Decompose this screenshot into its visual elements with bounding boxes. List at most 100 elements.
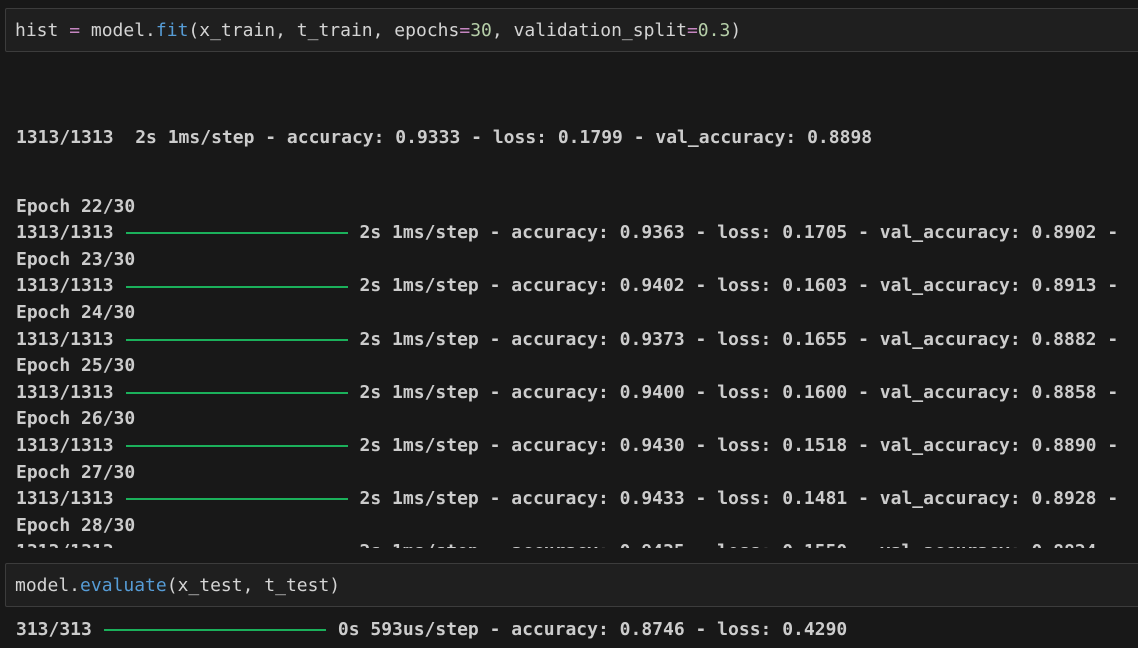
epoch-loss: 0.1481 [782,488,848,510]
epoch-steps: 1313/1313 [16,275,114,297]
code-cell-evaluate[interactable]: model. evaluate (x_test, t_test) [5,563,1138,607]
epoch-header: Epoch 24/30 [16,301,136,323]
evaluate-output: 313/313 0s 593us/step - accuracy: 0.8746… [16,617,847,644]
loss-label: - loss: [684,275,783,297]
loss-label: - loss: [684,381,783,403]
val-accuracy-label: - val_accuracy: [847,381,1032,403]
epoch-progress-bar [125,392,348,395]
epoch-header: Epoch 25/30 [16,355,136,377]
epoch-accuracy: 0.9402 [619,275,685,297]
loss-label: - loss: [685,539,783,548]
epoch-accuracy: 0.9363 [619,222,685,244]
epoch-header: Epoch 26/30 [16,408,136,430]
eval-accuracy-label: - accuracy: [478,619,620,640]
accuracy-label: - accuracy: [478,488,620,510]
epoch-time: 2s 1ms/step [359,222,479,244]
epoch-progress-bar [125,338,348,341]
trailing-dash: - [1096,434,1119,456]
epoch-steps: 1313/1313 [16,488,114,510]
epoch-loss: 0.1655 [782,328,848,350]
epoch-header: Epoch 22/30 [16,195,136,217]
epoch-time: 2s 1ms/step [359,434,479,456]
epoch-val-accuracy: 0.8928 [1031,488,1097,510]
accuracy-label: - accuracy: [479,539,620,548]
trailing-dash: - [1096,488,1119,510]
epoch-progress-line: 1313/1313 2s 1ms/step - accuracy: 0.9402 … [16,273,1138,300]
code-cell-fit[interactable]: hist = model. fit (x_train, t_train, epoch… [5,8,1138,52]
epoch-progress-line: 1313/1313 2s 1ms/step - accuracy: 0.9363 … [16,220,1138,247]
epoch-progress-bar [125,232,348,235]
partial-progress-line: 1313/1313 2s 1ms/step - accuracy: 0.9333… [16,125,1138,152]
val-accuracy-label: - val_accuracy: [847,539,1031,548]
accuracy-label: - accuracy: [478,328,620,350]
epoch-val-accuracy: 0.8882 [1031,328,1097,350]
epoch-loss: 0.1603 [782,275,848,297]
epoch-steps: 1313/1313 [16,434,114,456]
code-token: , validation_split [491,19,687,41]
trailing-dash: - [1096,222,1119,244]
val-accuracy-label: - val_accuracy: [847,434,1032,456]
epoch-progress-line: 1313/1313 2s 1ms/step - accuracy: 0.9373 … [16,327,1138,354]
epoch-progress-bar [125,285,348,288]
epoch-time: 2s 1ms/step [359,328,479,350]
training-output: 1313/1313 2s 1ms/step - accuracy: 0.9333… [16,58,1138,548]
epoch-header: Epoch 28/30 [16,514,136,536]
eval-time: 0s 593us/step [337,619,479,640]
epoch-loss: 0.1705 [782,222,848,244]
epoch-val-accuracy: 0.8824 [1032,539,1097,548]
epoch-val-accuracy: 0.8913 [1031,275,1097,297]
code-token: (x_train, t_train, epochs [188,19,460,41]
eval-accuracy: 0.8746 [619,619,685,640]
code-token: ) [730,19,742,41]
epoch-loss: 0.1600 [782,381,848,403]
epoch-accuracy: 0.9435 [620,539,685,548]
accuracy-label: - accuracy: [478,222,620,244]
val-accuracy-label: - val_accuracy: [847,275,1032,297]
epoch-time: 2s 1ms/step [359,275,479,297]
epoch-steps: 1313/1313 [16,381,114,403]
epoch-accuracy: 0.9430 [619,434,685,456]
partial-line-text: 1313/1313 2s 1ms/step - accuracy: 0.9333… [16,127,873,148]
epoch-header: Epoch 23/30 [16,248,136,270]
eval-progress-bar [103,629,326,632]
epoch-time: 2s 1ms/step [359,381,479,403]
epoch-time: 2s 1ms/step [359,488,479,510]
val-accuracy-label: - val_accuracy: [847,222,1032,244]
code-token: fit [155,19,189,41]
epoch-steps: 1313/1313 [16,328,114,350]
code-token: (x_test, t_test) [166,574,341,596]
code-token: 30 [470,19,492,41]
epoch-progress-bar [125,445,348,448]
code-token: = [69,19,81,41]
code-token: = [459,19,471,41]
val-accuracy-label: - val_accuracy: [847,488,1032,510]
epoch-steps: 1313/1313 [16,539,114,548]
loss-label: - loss: [684,434,783,456]
epoch-steps: 1313/1313 [16,222,114,244]
trailing-dash: - [1096,328,1119,350]
trailing-dash: - [1096,275,1119,297]
eval-loss: 0.4290 [782,619,848,640]
accuracy-label: - accuracy: [478,275,620,297]
trailing-dash: - [1096,381,1119,403]
eval-steps: 313/313 [16,619,92,640]
loss-label: - loss: [684,488,783,510]
eval-loss-label: - loss: [684,619,783,640]
code-token: model. [15,574,81,596]
loss-label: - loss: [684,328,783,350]
epoch-progress-bar [125,498,348,501]
epoch-loss: 0.1550 [782,539,847,548]
trailing-dash: - [1097,539,1118,548]
code-token: hist [15,19,70,41]
epoch-progress-line: 1313/1313 2s 1ms/step - accuracy: 0.9400 … [16,380,1138,407]
epoch-time: 2s 1ms/step [360,539,479,548]
epoch-accuracy: 0.9373 [619,328,685,350]
accuracy-label: - accuracy: [478,434,620,456]
epoch-progress-line: 1313/1313 2s 1ms/step - accuracy: 0.9430 … [16,433,1138,460]
code-token: evaluate [80,574,167,596]
code-token: = [686,19,698,41]
epoch-loss: 0.1518 [782,434,848,456]
epoch-progress-line: 1313/13132s 1ms/step - accuracy: 0.9435 … [16,539,1138,548]
epoch-val-accuracy: 0.8902 [1031,222,1097,244]
loss-label: - loss: [684,222,783,244]
